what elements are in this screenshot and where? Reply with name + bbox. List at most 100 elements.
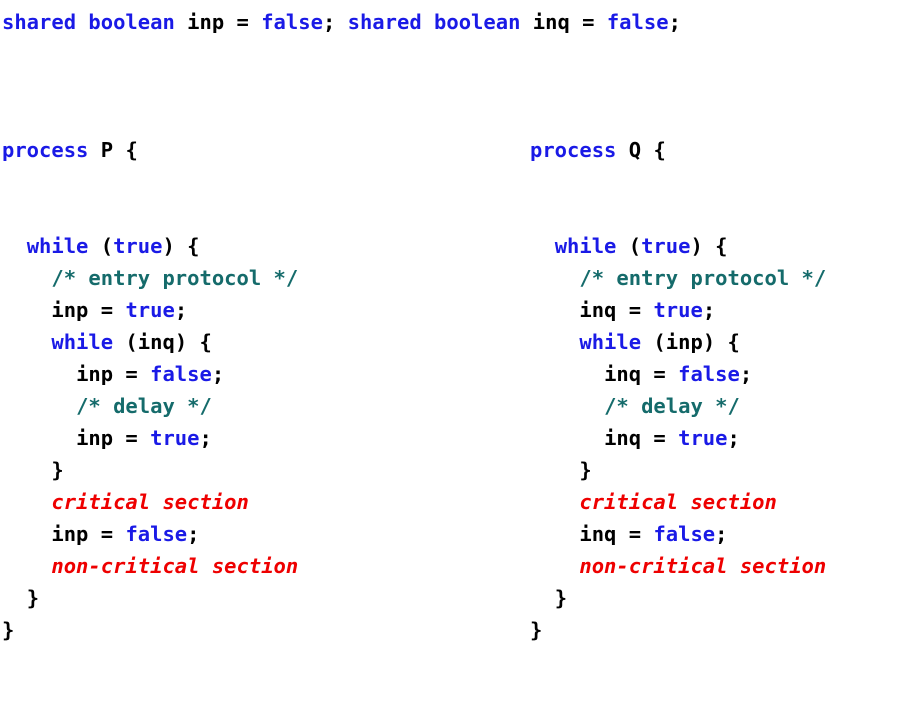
code-line: /* delay */ bbox=[2, 390, 472, 422]
space-p-1 bbox=[88, 138, 100, 162]
semicolon-q-9: ; bbox=[715, 522, 728, 546]
pseudocode-q-8: critical section bbox=[579, 490, 777, 514]
keyword-while-p-3: while bbox=[51, 330, 114, 354]
assign-operator-p-2: = bbox=[88, 298, 126, 322]
code-line: } bbox=[530, 454, 896, 486]
semicolon-1: ; bbox=[322, 10, 348, 34]
process-name-q: Q bbox=[628, 138, 642, 162]
process-q-header: process Q { bbox=[530, 134, 896, 166]
identifier-q-2: inq bbox=[579, 298, 617, 322]
code-listing-page: shared boolean inp = false; shared boole… bbox=[0, 0, 898, 642]
keyword-shared-1: shared bbox=[2, 10, 77, 34]
open-brace-p: { bbox=[125, 138, 138, 162]
code-line: while (inq) { bbox=[2, 326, 472, 358]
literal-false-1: false bbox=[261, 10, 323, 34]
semicolon-p-9: ; bbox=[187, 522, 200, 546]
literal-p-0: true bbox=[113, 234, 163, 258]
close-brace-q-11: } bbox=[554, 586, 568, 610]
code-line: inq = true; bbox=[530, 294, 896, 326]
identifier-q-6: inq bbox=[604, 426, 642, 450]
process-p-body: while ( true ) { /* entry protocol */ inp … bbox=[2, 230, 472, 646]
space-3 bbox=[422, 10, 434, 34]
assign-operator-p-9: = bbox=[88, 522, 126, 546]
assign-operator-p-6: = bbox=[113, 426, 151, 450]
code-line: /* delay */ bbox=[530, 390, 896, 422]
process-p-header: process P { bbox=[2, 134, 472, 166]
literal-q-6: true bbox=[678, 426, 728, 450]
semicolon-q-4: ; bbox=[739, 362, 753, 386]
identifier-q-4: inq bbox=[604, 362, 642, 386]
comment-p-1: /* entry protocol */ bbox=[51, 266, 299, 290]
literal-q-0: true bbox=[641, 234, 691, 258]
keyword-shared-2: shared bbox=[347, 10, 422, 34]
space-p-2 bbox=[113, 138, 125, 162]
assign-operator-1: = bbox=[224, 10, 262, 34]
space-q-1 bbox=[616, 138, 628, 162]
keyword-while-q-0: while bbox=[554, 234, 617, 258]
literal-p-4: false bbox=[150, 362, 212, 386]
close-brace-q-12: } bbox=[530, 618, 543, 642]
shared-declaration-line: shared boolean inp = false; shared boole… bbox=[2, 6, 896, 38]
process-q-body: while (true) { /* entry protocol */ inq … bbox=[530, 230, 896, 646]
literal-q-4: false bbox=[678, 362, 740, 386]
process-q-block: process Q { while (true) { /* entry prot… bbox=[530, 70, 896, 710]
comment-q-5: /* delay */ bbox=[604, 394, 740, 418]
comment-p-5: /* delay */ bbox=[76, 394, 212, 418]
code-line: } bbox=[2, 454, 472, 486]
code-line: /* entry protocol */ bbox=[2, 262, 472, 294]
keyword-while-q-3: while bbox=[579, 330, 642, 354]
semicolon-q-2: ; bbox=[702, 298, 716, 322]
keyword-boolean-2: boolean bbox=[434, 10, 521, 34]
code-line: inp = false; bbox=[2, 518, 472, 550]
code-line: inp = true; bbox=[2, 294, 472, 326]
paren-open-p-3: ( bbox=[113, 330, 138, 354]
literal-false-2: false bbox=[606, 10, 669, 34]
pseudocode-q-10: non-critical section bbox=[579, 554, 827, 578]
semicolon-p-6: ; bbox=[199, 426, 212, 450]
identifier-p-9: inp bbox=[51, 522, 89, 546]
code-line: } bbox=[530, 614, 896, 646]
paren-close-brace-p-3: ) { bbox=[174, 330, 212, 354]
assign-operator-q-4: = bbox=[641, 362, 679, 386]
literal-p-2: true bbox=[125, 298, 175, 322]
close-brace-q-7: } bbox=[579, 458, 592, 482]
process-name-p: P bbox=[100, 138, 114, 162]
space-q-2 bbox=[641, 138, 653, 162]
close-brace-p-11: } bbox=[26, 586, 40, 610]
open-brace-q: { bbox=[653, 138, 666, 162]
code-line: non-critical section bbox=[2, 550, 472, 582]
identifier-p-6: inp bbox=[76, 426, 114, 450]
variable-inp-decl: inp bbox=[187, 10, 225, 34]
comment-q-1: /* entry protocol */ bbox=[579, 266, 827, 290]
variable-inq-decl: inq bbox=[532, 10, 570, 34]
assign-operator-p-4: = bbox=[113, 362, 151, 386]
code-line: inp = true; bbox=[2, 422, 472, 454]
semicolon-p-2: ; bbox=[174, 298, 188, 322]
close-brace-p-7: } bbox=[51, 458, 64, 482]
paren-open-q-3: ( bbox=[641, 330, 666, 354]
keyword-while-p-0: while bbox=[26, 234, 89, 258]
code-line: inq = true; bbox=[530, 422, 896, 454]
literal-q-9: false bbox=[653, 522, 716, 546]
space-4 bbox=[520, 10, 532, 34]
code-line: critical section bbox=[530, 486, 896, 518]
identifier-q-9: inq bbox=[579, 522, 617, 546]
keyword-process-q: process bbox=[530, 138, 617, 162]
